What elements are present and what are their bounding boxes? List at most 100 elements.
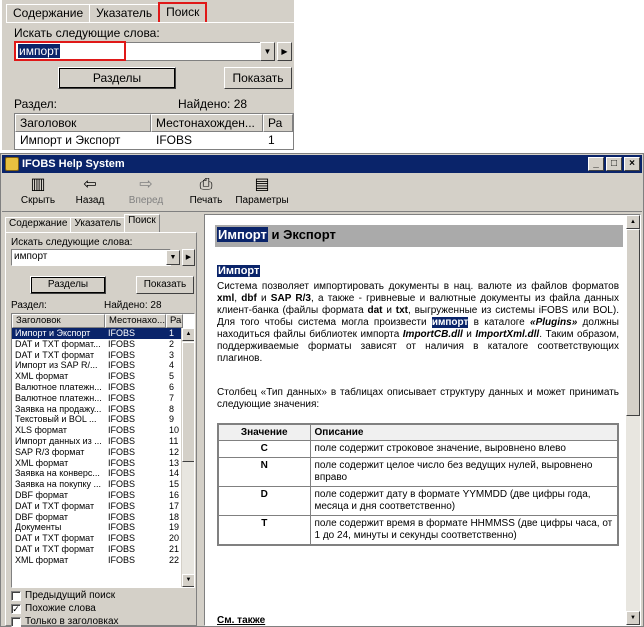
list-item-location: IFOBS [108, 543, 136, 554]
list-item-title: Импорт данных из ... [15, 435, 102, 446]
table-cell-value: C [217, 440, 311, 458]
list-item-title: Импорт и Экспорт [15, 328, 91, 338]
options-button[interactable]: ▤ Параметры [232, 174, 292, 206]
inset-col-rank[interactable]: Ра [263, 114, 293, 132]
list-topics-icon[interactable]: ▶ [182, 249, 195, 266]
scroll-thumb[interactable] [182, 342, 194, 462]
checkbox-previous-search[interactable]: Предыдущий поиск [11, 590, 115, 601]
print-label: Печать [189, 195, 223, 206]
hide-button[interactable]: ▥ Скрыть [8, 174, 68, 206]
list-item-title: Заявка на продажу... [15, 403, 102, 414]
print-button[interactable]: ⎙ Печать [176, 174, 236, 206]
tab-contents[interactable]: Содержание [5, 217, 72, 232]
results-list[interactable]: Заголовок Местонахо... Ра Импорт и Экспо… [11, 313, 195, 588]
inset-row-location: IFOBS [156, 133, 193, 147]
maximize-icon[interactable]: □ [606, 157, 622, 171]
list-item-title: Импорт из SAP R/... [15, 360, 98, 371]
inset-show-button[interactable]: Показать [224, 67, 292, 89]
see-also-link[interactable]: См. также [217, 615, 265, 625]
list-item[interactable]: XML формат IFOBS 22 [12, 555, 194, 566]
inset-sections-button[interactable]: Разделы [58, 67, 176, 89]
paragraph-text: txt [395, 305, 408, 316]
search-dropdown-icon[interactable]: ▼ [166, 250, 180, 265]
forward-button[interactable]: ⇨ Вперед [116, 174, 176, 206]
list-item-location: IFOBS [108, 522, 136, 533]
list-item-location: IFOBS [108, 500, 136, 511]
inset-tab-search[interactable]: Поиск [158, 2, 208, 22]
inset-search-combo[interactable] [126, 42, 274, 61]
checkbox-similar-words[interactable]: ✓ Похожие слова [11, 603, 96, 614]
title-bar[interactable]: IFOBS Help System _ □ × [2, 155, 642, 173]
list-item[interactable]: Валютное платежн... IFOBS 6 [12, 382, 194, 393]
checkbox-box[interactable] [11, 590, 21, 601]
list-item-title: DAT и TXT формат [15, 543, 95, 554]
checkbox-box[interactable] [11, 616, 21, 627]
inset-dropdown-icon[interactable]: ▼ [260, 42, 275, 61]
inset-list-topics-icon[interactable]: ▶ [277, 42, 292, 61]
list-item-title: XML формат [15, 554, 69, 565]
paragraph-text: «Plugins» [530, 317, 578, 328]
list-item[interactable]: SAP R/3 формат IFOBS 12 [12, 447, 194, 458]
list-item[interactable]: Импорт данных из ... IFOBS 11 [12, 436, 194, 447]
search-input[interactable]: импорт [11, 249, 171, 266]
back-button[interactable]: ⇦ Назад [60, 174, 120, 206]
minimize-icon[interactable]: _ [588, 157, 604, 171]
scroll-up-icon[interactable]: ▲ [626, 215, 640, 229]
list-item[interactable]: XML формат IFOBS 13 [12, 458, 194, 469]
list-item-title: Текстовый и BOL ... [15, 414, 97, 425]
scroll-thumb[interactable] [626, 229, 640, 416]
inset-tab-contents[interactable]: Содержание [6, 4, 91, 22]
checkbox-box[interactable]: ✓ [11, 603, 21, 614]
content-scrollbar[interactable]: ▲ ▼ [626, 215, 640, 625]
list-item[interactable]: DAT и TXT формат IFOBS 21 [12, 544, 194, 555]
list-item[interactable]: XML формат IFOBS 5 [12, 371, 194, 382]
inset-results-list[interactable]: Заголовок Местонахожден... Ра Импорт и Э… [14, 113, 294, 150]
header-value: Значение [217, 423, 311, 441]
inset-col-title[interactable]: Заголовок [15, 114, 151, 132]
paragraph-text: Система позволяет импортировать документ… [217, 281, 619, 292]
list-item[interactable]: DAT и TXT формат IFOBS 3 [12, 350, 194, 361]
list-item[interactable]: Заявка на продажу... IFOBS 8 [12, 404, 194, 415]
found-count: Найдено: 28 [104, 300, 162, 311]
sections-button[interactable]: Разделы [30, 276, 106, 294]
inset-col-location[interactable]: Местонахожден... [151, 114, 263, 132]
list-item[interactable]: Документы IFOBS 19 [12, 522, 194, 533]
scroll-down-icon[interactable]: ▼ [626, 611, 640, 625]
col-location[interactable]: Местонахо... [105, 314, 166, 328]
topic-title-rest: и Экспорт [267, 227, 336, 242]
list-item[interactable]: Импорт и Экспорт IFOBS 1 [12, 328, 194, 339]
col-title[interactable]: Заголовок [12, 314, 105, 328]
scroll-up-icon[interactable]: ▲ [182, 328, 194, 341]
list-item[interactable]: XLS формат IFOBS 10 [12, 425, 194, 436]
list-item[interactable]: Заявка на конверс... IFOBS 14 [12, 468, 194, 479]
col-rank[interactable]: Ра [166, 314, 183, 328]
show-button[interactable]: Показать [136, 276, 194, 294]
results-scrollbar[interactable]: ▲ ▼ [181, 328, 194, 587]
tab-index[interactable]: Указатель [70, 217, 126, 232]
list-item-location: IFOBS [108, 457, 136, 468]
list-item[interactable]: Валютное платежн... IFOBS 7 [12, 393, 194, 404]
inset-list-row[interactable]: Импорт и Экспорт IFOBS 1 [15, 132, 293, 148]
scroll-down-icon[interactable]: ▼ [182, 574, 194, 587]
list-item-title: DBF формат [15, 511, 69, 522]
list-item[interactable]: DBF формат IFOBS 18 [12, 512, 194, 523]
header-description: Описание [309, 423, 619, 441]
list-item[interactable]: DAT и TXT формат IFOBS 17 [12, 501, 194, 512]
list-item-location: IFOBS [108, 338, 136, 349]
checkbox-label: Предыдущий поиск [25, 590, 116, 601]
inset-search-input[interactable]: импорт [14, 41, 126, 61]
list-item[interactable]: Текстовый и BOL ... IFOBS 9 [12, 414, 194, 425]
checkbox-titles-only[interactable]: Только в заголовках [11, 616, 119, 627]
list-item[interactable]: Заявка на покупку ... IFOBS 15 [12, 479, 194, 490]
list-item[interactable]: Импорт из SAP R/... IFOBS 4 [12, 360, 194, 371]
list-item-location: IFOBS [108, 403, 136, 414]
tab-search[interactable]: Поиск [124, 214, 160, 232]
inset-tab-index[interactable]: Указатель [89, 4, 160, 22]
list-item[interactable]: DBF формат IFOBS 16 [12, 490, 194, 501]
list-item[interactable]: DAT и TXT формат... IFOBS 2 [12, 339, 194, 350]
list-item-title: DAT и TXT формат... [15, 338, 101, 349]
topic-content-pane: Импорт и Экспорт Импорт Система позволяе… [204, 214, 641, 626]
paragraph-text: и [382, 305, 396, 316]
close-icon[interactable]: × [624, 157, 640, 171]
list-item[interactable]: DAT и TXT формат IFOBS 20 [12, 533, 194, 544]
